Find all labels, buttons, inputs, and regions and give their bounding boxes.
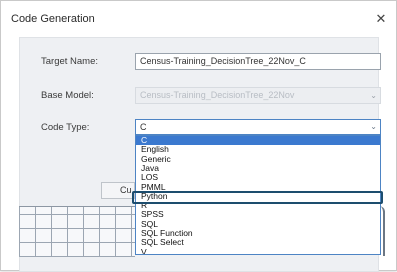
base-model-select: Census-Training_DecisionTree_22Nov ⌄	[135, 87, 381, 104]
base-model-value: Census-Training_DecisionTree_22Nov	[140, 90, 295, 100]
chevron-down-icon[interactable]: ⌄	[370, 120, 377, 134]
code-type-value: C	[140, 122, 147, 132]
dialog-title: Code Generation	[11, 13, 95, 25]
code-type-select[interactable]: C ⌄	[135, 119, 381, 135]
background-button-label: Cu	[120, 185, 132, 195]
base-model-label: Base Model:	[41, 90, 94, 101]
code-type-option[interactable]: English	[136, 144, 380, 154]
target-name-label: Target Name:	[41, 56, 99, 67]
code-generation-dialog: Code Generation ✕ Target Name: Census-Tr…	[0, 0, 397, 272]
code-type-option[interactable]: C	[136, 136, 380, 146]
code-type-option[interactable]: Java	[136, 163, 380, 173]
code-type-option[interactable]: Generic	[136, 154, 380, 164]
code-type-label: Code Type:	[41, 122, 90, 133]
code-type-dropdown-list[interactable]: C English Generic Java LOS PMML Python R SPSS SQL…	[135, 135, 381, 255]
code-type-option[interactable]: SPSS	[136, 210, 380, 220]
background-grid	[19, 206, 135, 257]
code-type-option[interactable]: PMML	[136, 182, 380, 192]
code-type-option[interactable]: SQL Select	[136, 237, 380, 247]
target-name-input[interactable]: Census-Training_DecisionTree_22Nov_C	[135, 53, 381, 70]
code-type-option[interactable]: R	[136, 200, 380, 210]
chevron-down-icon: ⌄	[370, 91, 377, 100]
code-type-option[interactable]: V...	[136, 247, 380, 254]
dialog-titlebar: Code Generation ✕	[1, 1, 396, 35]
code-type-option[interactable]: LOS	[136, 172, 380, 182]
background-button: Cu	[101, 182, 135, 199]
code-type-option[interactable]: Python	[136, 191, 380, 201]
close-icon[interactable]: ✕	[374, 12, 388, 26]
